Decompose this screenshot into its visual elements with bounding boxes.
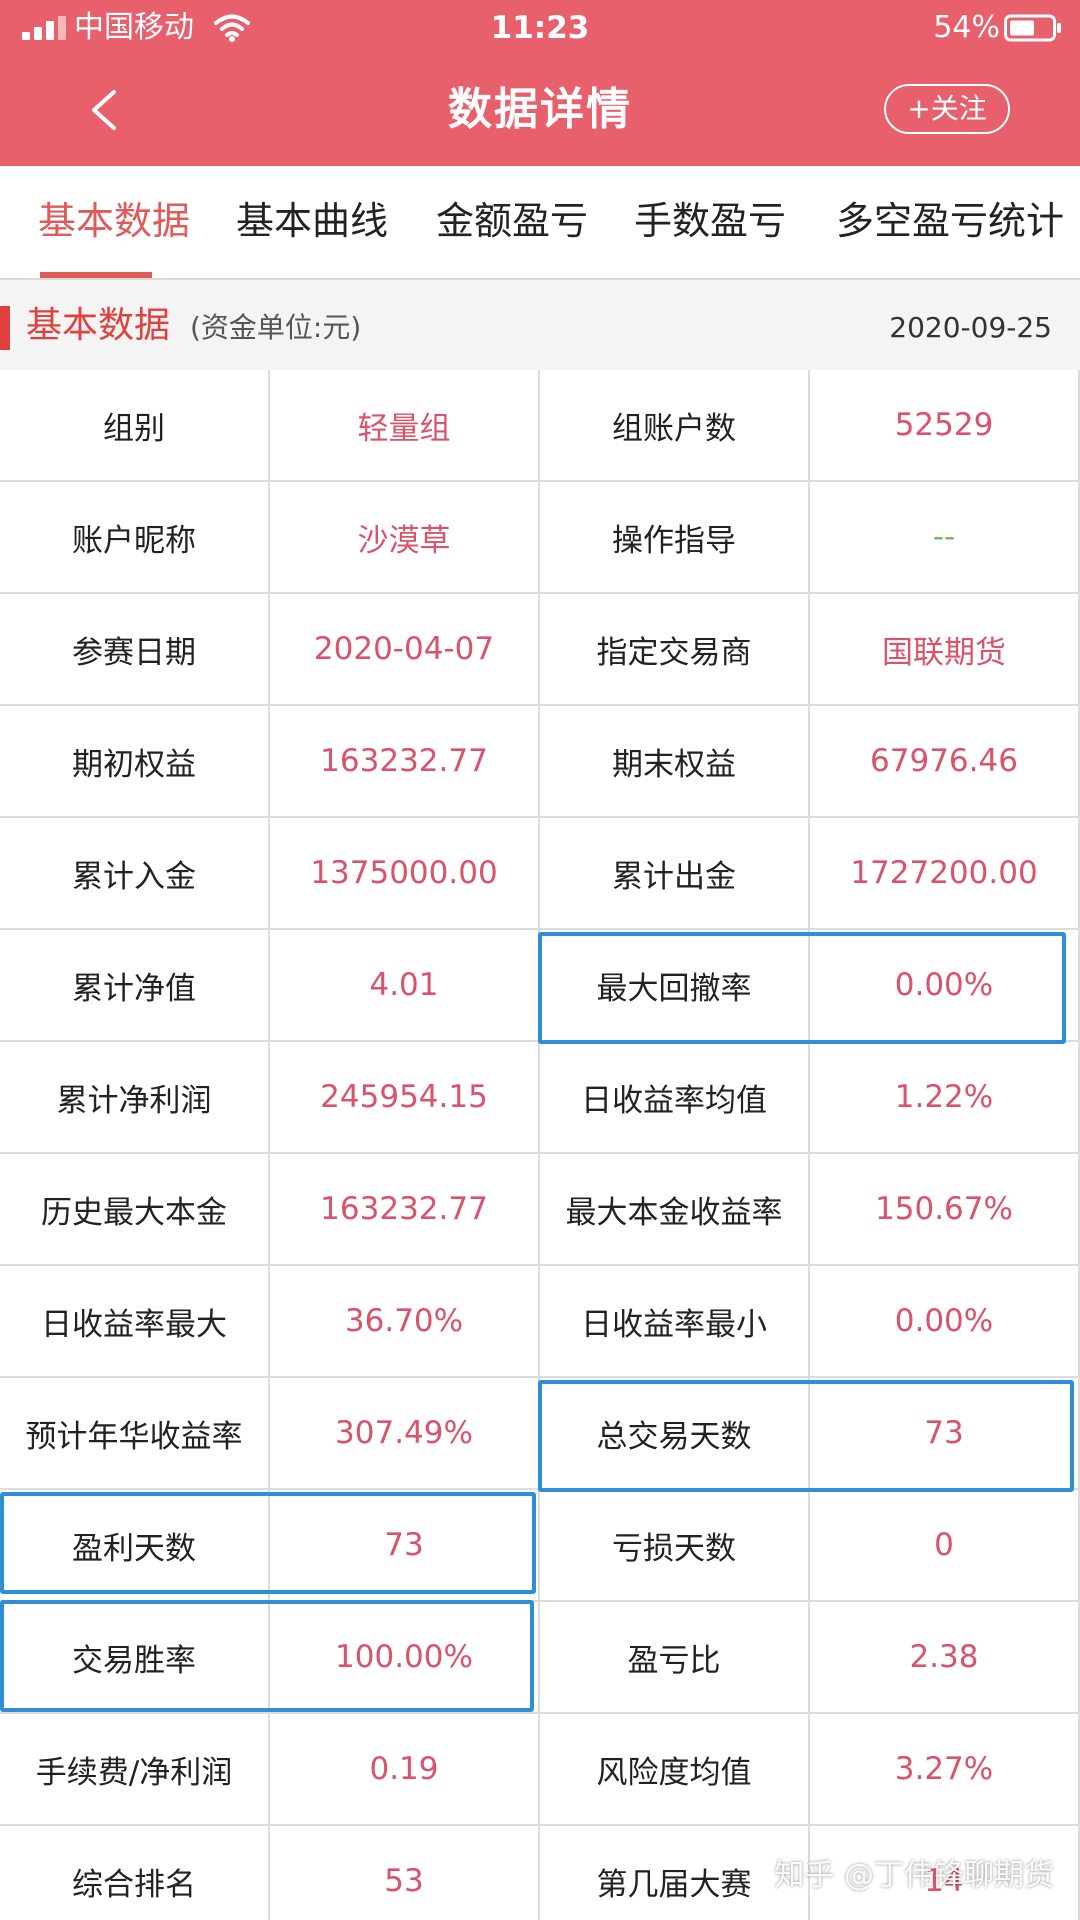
table-row: 参赛日期 2020-04-07 指定交易商 国联期货 [0,594,1080,706]
cell-label: 风险度均值 [540,1714,810,1826]
cell-label: 指定交易商 [540,594,810,706]
cell-value: 150.67% [810,1154,1080,1266]
active-tab-indicator [40,272,152,278]
cell-value: 73 [810,1378,1080,1490]
table-row: 历史最大本金 163232.77 最大本金收益率 150.67% [0,1154,1080,1266]
tab-basic-curve[interactable]: 基本曲线 [236,196,388,246]
section-title: 基本数据 [26,305,171,346]
cell-value: 1375000.00 [270,818,540,930]
table-row: 累计净利润 245954.15 日收益率均值 1.22% [0,1042,1080,1154]
cell-value: 0.00% [810,1266,1080,1378]
status-bar: 中国移动 11:23 54% [0,0,1080,56]
cell-label: 预计年华收益率 [0,1378,270,1490]
section-date: 2020-09-25 [889,311,1052,344]
section-header: 基本数据 (资金单位:元) 2020-09-25 [0,280,1080,370]
table-row: 期初权益 163232.77 期末权益 67976.46 [0,706,1080,818]
table-row: 累计入金 1375000.00 累计出金 1727200.00 [0,818,1080,930]
cell-value: 4.01 [270,930,540,1042]
tab-lots-pnl[interactable]: 手数盈亏 [634,196,786,246]
table-row: 组别 轻量组 组账户数 52529 [0,370,1080,482]
cell-value: 2020-04-07 [270,594,540,706]
cell-value: 轻量组 [270,370,540,482]
cell-value: 163232.77 [270,1154,540,1266]
cell-value: 52529 [810,370,1080,482]
cell-value: 163232.77 [270,706,540,818]
table-row: 累计净值 4.01 最大回撤率 0.00% [0,930,1080,1042]
cell-value: 307.49% [270,1378,540,1490]
cell-label: 期初权益 [0,706,270,818]
cell-value: 1727200.00 [810,818,1080,930]
tab-basic-data[interactable]: 基本数据 [38,196,190,246]
cell-label: 日收益率均值 [540,1042,810,1154]
cell-value: 67976.46 [810,706,1080,818]
cell-label: 累计净利润 [0,1042,270,1154]
tab-amount-pnl[interactable]: 金额盈亏 [436,196,588,246]
cell-value: 100.00% [270,1602,540,1714]
table-row: 日收益率最大 36.70% 日收益率最小 0.00% [0,1266,1080,1378]
cell-label: 组账户数 [540,370,810,482]
table-row: 账户昵称 沙漠草 操作指导 -- [0,482,1080,594]
follow-button[interactable]: +关注 [884,84,1010,134]
cell-label: 参赛日期 [0,594,270,706]
cell-value: 国联期货 [810,594,1080,706]
cell-label: 综合排名 [0,1826,270,1920]
cell-value: 2.38 [810,1602,1080,1714]
cell-label: 累计出金 [540,818,810,930]
cell-value: 0.19 [270,1714,540,1826]
cell-label: 历史最大本金 [0,1154,270,1266]
cell-label: 累计入金 [0,818,270,930]
section-accent-bar [0,306,10,350]
app-header: 中国移动 11:23 54% 数据详情 +关注 [0,0,1080,166]
cell-value: 1.22% [810,1042,1080,1154]
cell-value: 0 [810,1490,1080,1602]
table-row: 交易胜率 100.00% 盈亏比 2.38 [0,1602,1080,1714]
table-row: 手续费/净利润 0.19 风险度均值 3.27% [0,1714,1080,1826]
cell-label: 累计净值 [0,930,270,1042]
cell-label: 最大回撤率 [540,930,810,1042]
watermark: 知乎 @丁伟锋聊期货 [774,1858,1054,1893]
status-time: 11:23 [490,10,590,46]
cell-value: 245954.15 [270,1042,540,1154]
cell-label: 组别 [0,370,270,482]
battery-icon [1004,14,1061,42]
tab-long-short-stats[interactable]: 多空盈亏统计 [836,196,1064,246]
cell-value: 36.70% [270,1266,540,1378]
cell-label: 日收益率最大 [0,1266,270,1378]
cell-value: -- [810,482,1080,594]
cell-value: 73 [270,1490,540,1602]
data-table: 组别 轻量组 组账户数 52529 账户昵称 沙漠草 操作指导 -- 参赛日期 … [0,370,1080,1920]
cell-label: 操作指导 [540,482,810,594]
cell-value: 53 [270,1826,540,1920]
cell-label: 第几届大赛 [540,1826,810,1920]
cell-label: 盈利天数 [0,1490,270,1602]
cell-value: 3.27% [810,1714,1080,1826]
cell-value: 0.00% [810,930,1080,1042]
cell-label: 最大本金收益率 [540,1154,810,1266]
cell-label: 盈亏比 [540,1602,810,1714]
nav-bar: 数据详情 +关注 [0,56,1080,166]
battery-percent: 54% [933,10,1000,45]
cell-label: 总交易天数 [540,1378,810,1490]
cell-label: 期末权益 [540,706,810,818]
tab-bar: 基本数据 基本曲线 金额盈亏 手数盈亏 多空盈亏统计 [0,166,1080,280]
section-unit: (资金单位:元) [190,311,362,344]
table-row: 预计年华收益率 307.49% 总交易天数 73 [0,1378,1080,1490]
cell-label: 日收益率最小 [540,1266,810,1378]
cell-label: 手续费/净利润 [0,1714,270,1826]
cell-label: 账户昵称 [0,482,270,594]
cell-label: 交易胜率 [0,1602,270,1714]
cell-value: 沙漠草 [270,482,540,594]
cell-label: 亏损天数 [540,1490,810,1602]
table-row: 盈利天数 73 亏损天数 0 [0,1490,1080,1602]
